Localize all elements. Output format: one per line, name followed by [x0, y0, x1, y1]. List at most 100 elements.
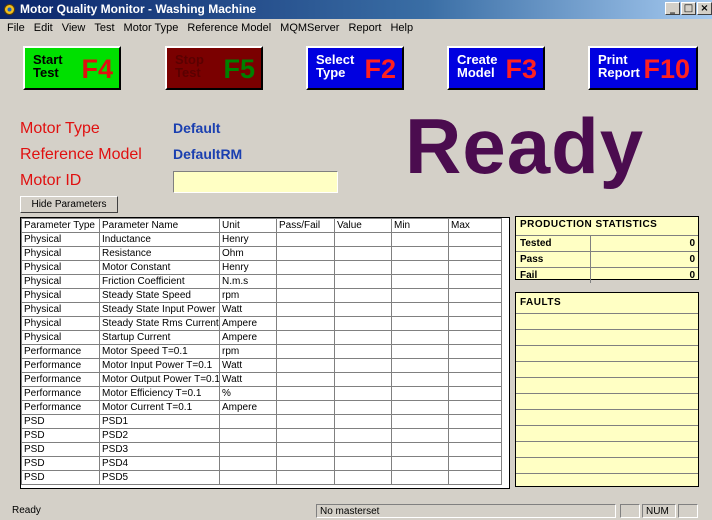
cell-unit[interactable]: Ampere	[219, 330, 277, 345]
cell-max[interactable]	[448, 274, 502, 289]
table-row[interactable]: Performance Motor Speed T=0.1 rpm	[21, 344, 502, 359]
cell-max[interactable]	[448, 288, 502, 303]
table-row[interactable]: PSD PSD5	[21, 470, 502, 485]
cell-unit[interactable]	[219, 428, 277, 443]
cell-parameter-type[interactable]: Performance	[21, 344, 100, 359]
cell-pass-fail[interactable]	[276, 358, 335, 373]
cell-parameter-type[interactable]: PSD	[21, 442, 100, 457]
cell-parameter-name[interactable]: Startup Current	[99, 330, 220, 345]
cell-value[interactable]	[334, 330, 392, 345]
cell-parameter-name[interactable]: Motor Efficiency T=0.1	[99, 386, 220, 401]
col-min[interactable]: Min	[391, 218, 449, 233]
cell-max[interactable]	[448, 470, 502, 485]
cell-min[interactable]	[391, 232, 449, 247]
cell-parameter-type[interactable]: Physical	[21, 288, 100, 303]
maximize-button[interactable]: □	[681, 2, 696, 15]
cell-parameter-name[interactable]: Steady State Speed	[99, 288, 220, 303]
table-row[interactable]: Physical Startup Current Ampere	[21, 330, 502, 345]
cell-parameter-name[interactable]: Motor Current T=0.1	[99, 400, 220, 415]
parameter-grid[interactable]: Parameter Type Parameter Name Unit Pass/…	[20, 217, 510, 489]
cell-unit[interactable]	[219, 442, 277, 457]
cell-parameter-type[interactable]: Physical	[21, 232, 100, 247]
hide-parameters-button[interactable]: Hide Parameters	[20, 196, 118, 213]
cell-parameter-name[interactable]: PSD2	[99, 428, 220, 443]
cell-max[interactable]	[448, 330, 502, 345]
cell-min[interactable]	[391, 260, 449, 275]
cell-pass-fail[interactable]	[276, 386, 335, 401]
cell-value[interactable]	[334, 414, 392, 429]
table-row[interactable]: Physical Steady State Speed rpm	[21, 288, 502, 303]
cell-value[interactable]	[334, 246, 392, 261]
cell-parameter-name[interactable]: Steady State Rms Current	[99, 316, 220, 331]
cell-parameter-type[interactable]: Performance	[21, 372, 100, 387]
create-model-button[interactable]: Create Model F3	[447, 46, 545, 90]
cell-min[interactable]	[391, 246, 449, 261]
cell-parameter-type[interactable]: Physical	[21, 330, 100, 345]
cell-min[interactable]	[391, 330, 449, 345]
menu-edit[interactable]: Edit	[34, 22, 53, 34]
menu-reference-model[interactable]: Reference Model	[187, 22, 271, 34]
cell-parameter-type[interactable]: Performance	[21, 400, 100, 415]
cell-max[interactable]	[448, 232, 502, 247]
cell-pass-fail[interactable]	[276, 400, 335, 415]
cell-parameter-name[interactable]: Inductance	[99, 232, 220, 247]
cell-max[interactable]	[448, 386, 502, 401]
col-pass-fail[interactable]: Pass/Fail	[276, 218, 335, 233]
cell-max[interactable]	[448, 246, 502, 261]
cell-parameter-name[interactable]: Motor Input Power T=0.1	[99, 358, 220, 373]
cell-parameter-type[interactable]: PSD	[21, 414, 100, 429]
table-row[interactable]: Performance Motor Input Power T=0.1 Watt	[21, 358, 502, 373]
cell-unit[interactable]: Henry	[219, 260, 277, 275]
cell-unit[interactable]: Henry	[219, 232, 277, 247]
cell-max[interactable]	[448, 400, 502, 415]
cell-parameter-type[interactable]: PSD	[21, 470, 100, 485]
cell-parameter-type[interactable]: Physical	[21, 302, 100, 317]
cell-value[interactable]	[334, 288, 392, 303]
cell-pass-fail[interactable]	[276, 414, 335, 429]
cell-unit[interactable]: Watt	[219, 302, 277, 317]
print-report-button[interactable]: Print Report F10	[588, 46, 698, 90]
cell-pass-fail[interactable]	[276, 344, 335, 359]
cell-value[interactable]	[334, 372, 392, 387]
cell-min[interactable]	[391, 302, 449, 317]
cell-max[interactable]	[448, 414, 502, 429]
cell-pass-fail[interactable]	[276, 288, 335, 303]
cell-max[interactable]	[448, 456, 502, 471]
cell-value[interactable]	[334, 470, 392, 485]
cell-unit[interactable]	[219, 470, 277, 485]
cell-unit[interactable]: rpm	[219, 288, 277, 303]
col-parameter-name[interactable]: Parameter Name	[99, 218, 220, 233]
table-row[interactable]: PSD PSD1	[21, 414, 502, 429]
table-row[interactable]: PSD PSD3	[21, 442, 502, 457]
table-row[interactable]: Physical Inductance Henry	[21, 232, 502, 247]
cell-value[interactable]	[334, 400, 392, 415]
cell-parameter-type[interactable]: Physical	[21, 246, 100, 261]
cell-parameter-type[interactable]: PSD	[21, 428, 100, 443]
cell-unit[interactable]	[219, 414, 277, 429]
cell-min[interactable]	[391, 316, 449, 331]
cell-pass-fail[interactable]	[276, 456, 335, 471]
cell-value[interactable]	[334, 302, 392, 317]
cell-max[interactable]	[448, 442, 502, 457]
cell-parameter-type[interactable]: Physical	[21, 274, 100, 289]
cell-pass-fail[interactable]	[276, 372, 335, 387]
cell-value[interactable]	[334, 456, 392, 471]
cell-min[interactable]	[391, 400, 449, 415]
table-row[interactable]: Performance Motor Current T=0.1 Ampere	[21, 400, 502, 415]
cell-value[interactable]	[334, 316, 392, 331]
cell-value[interactable]	[334, 358, 392, 373]
cell-pass-fail[interactable]	[276, 260, 335, 275]
cell-pass-fail[interactable]	[276, 428, 335, 443]
close-button[interactable]: ×	[697, 2, 712, 15]
table-row[interactable]: Performance Motor Output Power T=0.1 Watt	[21, 372, 502, 387]
cell-unit[interactable]: Ohm	[219, 246, 277, 261]
table-row[interactable]: Physical Resistance Ohm	[21, 246, 502, 261]
cell-value[interactable]	[334, 232, 392, 247]
col-unit[interactable]: Unit	[219, 218, 277, 233]
cell-value[interactable]	[334, 344, 392, 359]
menu-report[interactable]: Report	[348, 22, 381, 34]
stop-test-button[interactable]: Stop Test F5	[165, 46, 263, 90]
cell-unit[interactable]: %	[219, 386, 277, 401]
cell-parameter-name[interactable]: PSD1	[99, 414, 220, 429]
menu-file[interactable]: File	[7, 22, 25, 34]
